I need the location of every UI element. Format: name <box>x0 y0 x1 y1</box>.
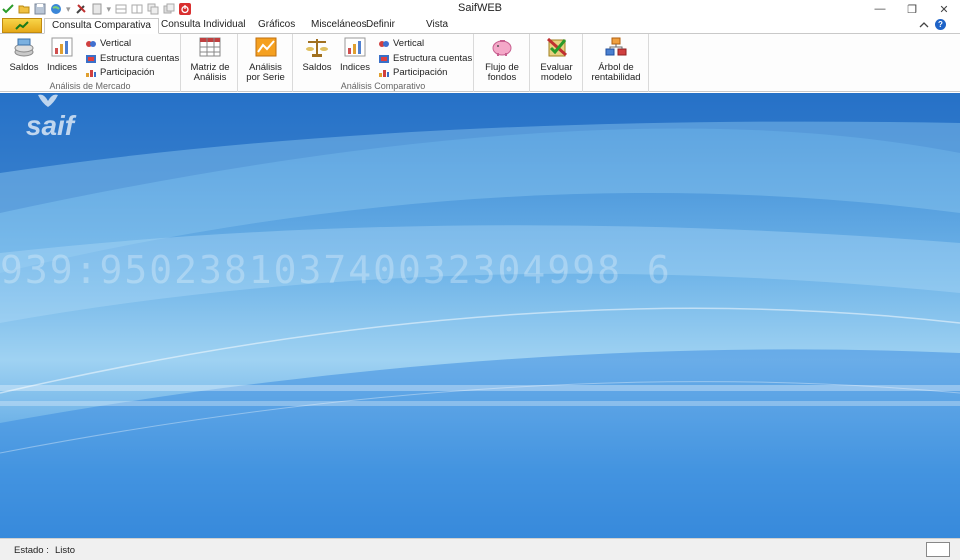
tab-consulta-individual[interactable]: Consulta Individual <box>154 18 253 33</box>
close-button[interactable]: ✕ <box>928 0 960 18</box>
comparativo-indices-button[interactable]: Indices <box>339 36 371 73</box>
group-matriz: Matriz de Análisis <box>181 34 238 92</box>
analisis-serie-button[interactable]: Análisis por Serie <box>243 36 288 83</box>
app-menu-icon <box>15 20 29 30</box>
series-chart-icon <box>255 37 276 57</box>
mercado-estructura-label: Estructura cuentas <box>100 53 180 64</box>
ribbon-tab-row: Consulta Comparativa Consulta Individual… <box>0 18 960 34</box>
mercado-estructura-button[interactable]: Estructura cuentas <box>85 53 179 64</box>
mercado-vertical-button[interactable]: Vertical <box>85 38 131 49</box>
tab-definir[interactable]: Definir <box>359 18 402 33</box>
window-controls: — ❐ ✕ <box>864 0 960 18</box>
structure-chart-icon <box>379 54 389 63</box>
mercado-indices-label: Indices <box>46 62 78 73</box>
comparativo-estructura-label: Estructura cuentas <box>393 53 473 64</box>
bar-chart-icon <box>344 37 366 57</box>
group-flujo: Flujo de fondos <box>474 34 530 92</box>
mercado-saldos-label: Saldos <box>9 62 39 73</box>
matriz-analisis-button[interactable]: Matriz de Análisis <box>187 36 233 83</box>
group-arbol: Árbol de rentabilidad <box>583 34 649 92</box>
group-analisis-comparativo: Saldos Indices Vertical Estructura cuent… <box>293 34 474 92</box>
evaluate-model-icon <box>546 37 567 57</box>
comparativo-estructura-button[interactable]: Estructura cuentas <box>378 53 472 64</box>
matrix-table-icon <box>199 37 221 57</box>
structure-chart-icon <box>86 54 96 63</box>
profit-tree-icon <box>605 37 627 56</box>
saif-logo: saif <box>26 94 77 141</box>
status-value: Listo <box>55 545 76 556</box>
help-icon[interactable]: ? <box>935 19 946 30</box>
ribbon-right-controls: ? <box>919 19 946 30</box>
evaluar-label-2: modelo <box>540 72 573 83</box>
mercado-vertical-label: Vertical <box>100 38 132 49</box>
scales-icon <box>306 39 328 57</box>
flujo-fondos-button[interactable]: Flujo de fondos <box>480 36 524 83</box>
comparativo-vertical-button[interactable]: Vertical <box>378 38 424 49</box>
minimize-button[interactable]: — <box>864 0 896 18</box>
file-menu-button[interactable] <box>2 18 42 33</box>
tab-consulta-comparativa[interactable]: Consulta Comparativa <box>44 18 159 34</box>
restore-button[interactable]: ❐ <box>896 0 928 18</box>
background-digits: 939:950238103740032304998 6 <box>0 248 672 292</box>
group-label-analisis-comparativo: Análisis Comparativo <box>340 81 426 91</box>
piggy-bank-icon <box>492 40 512 56</box>
serie-label-2: por Serie <box>246 72 285 83</box>
splash-background: 939:950238103740032304998 6 saif <box>0 93 960 538</box>
participation-chart-icon <box>379 69 389 77</box>
group-label-analisis-mercado: Análisis de Mercado <box>49 81 131 91</box>
svg-text:saif: saif <box>26 110 77 141</box>
mercado-participacion-label: Participación <box>100 67 155 78</box>
tab-graficos[interactable]: Gráficos <box>251 18 302 33</box>
balance-coins-icon <box>14 38 34 57</box>
comparativo-saldos-button[interactable]: Saldos <box>301 36 333 73</box>
collapse-ribbon-icon[interactable] <box>919 21 929 29</box>
mercado-participacion-button[interactable]: Participación <box>85 67 154 78</box>
vertical-chart-icon <box>379 40 389 47</box>
comparativo-saldos-label: Saldos <box>302 62 332 73</box>
status-label: Estado : <box>14 545 49 556</box>
comparativo-vertical-label: Vertical <box>393 38 425 49</box>
group-evaluar: Evaluar modelo <box>530 34 583 92</box>
group-analisis-mercado: Saldos Indices Vertical Estructura cuent… <box>0 34 181 92</box>
title-bar: ▾ ▾ SaifWEB — ❐ ✕ <box>0 0 960 18</box>
group-serie: Análisis por Serie <box>238 34 293 92</box>
background-waves <box>0 93 960 538</box>
arbol-rentabilidad-button[interactable]: Árbol de rentabilidad <box>587 36 645 83</box>
app-title: SaifWEB <box>457 2 502 14</box>
vertical-chart-icon <box>86 40 96 47</box>
keyboard-icon <box>926 542 950 557</box>
ribbon: Saldos Indices Vertical Estructura cuent… <box>0 33 960 92</box>
tab-vista[interactable]: Vista <box>419 18 455 33</box>
participation-chart-icon <box>86 69 96 77</box>
flujo-label-2: fondos <box>487 72 517 83</box>
status-bar: Estado : Listo <box>0 538 960 560</box>
mercado-indices-button[interactable]: Indices <box>46 36 78 73</box>
matriz-label-2: Análisis <box>193 72 227 83</box>
comparativo-participacion-label: Participación <box>393 67 448 78</box>
comparativo-participacion-button[interactable]: Participación <box>378 67 447 78</box>
mercado-saldos-button[interactable]: Saldos <box>8 36 40 73</box>
arbol-label-2: rentabilidad <box>591 72 641 83</box>
comparativo-indices-label: Indices <box>339 62 371 73</box>
evaluar-modelo-button[interactable]: Evaluar modelo <box>534 36 579 83</box>
bar-chart-icon <box>51 37 73 57</box>
